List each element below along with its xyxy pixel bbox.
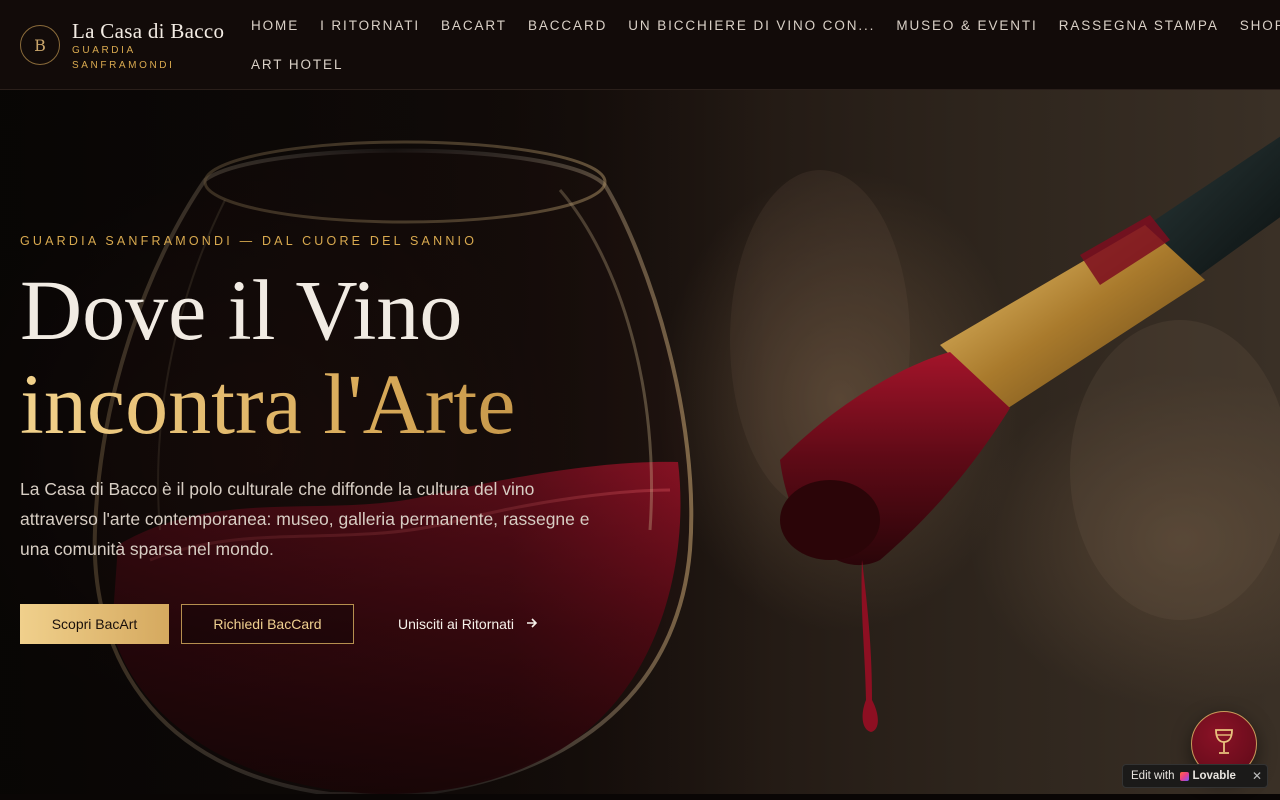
lovable-brand: Lovable xyxy=(1180,770,1236,782)
lovable-label: Lovable xyxy=(1192,770,1236,782)
logo-text: La Casa di Bacco GUARDIA SANFRAMONDI xyxy=(72,20,224,73)
discover-bacart-button[interactable]: Scopri BacArt xyxy=(20,604,169,644)
nav-row-secondary: ART HOTEL xyxy=(251,51,1261,77)
hero-eyebrow: GUARDIA SANFRAMONDI — DAL CUORE DEL SANN… xyxy=(20,234,478,248)
nav-shop[interactable]: SHOP xyxy=(1240,18,1280,33)
nav-un-bicchiere[interactable]: UN BICCHIERE DI VINO CON... xyxy=(628,18,875,33)
wine-glass-icon xyxy=(1213,728,1235,761)
hero-content: GUARDIA SANFRAMONDI — DAL CUORE DEL SANN… xyxy=(20,90,640,644)
nav-row-primary: HOME I RITORNATI BACART BACCARD UN BICCH… xyxy=(251,12,1280,38)
nav-bacart[interactable]: BACART xyxy=(441,18,507,33)
nav-i-ritornati[interactable]: I RITORNATI xyxy=(320,18,420,33)
nav-museo-eventi[interactable]: MUSEO & EVENTI xyxy=(896,18,1037,33)
site-header: B La Casa di Bacco GUARDIA SANFRAMONDI H… xyxy=(0,0,1280,90)
hero-headline: Dove il Vino incontra l'Arte xyxy=(20,264,640,452)
brand-subtitle: GUARDIA SANFRAMONDI xyxy=(72,45,175,71)
page-bottom-strip xyxy=(0,794,1280,800)
arrow-right-icon xyxy=(526,616,538,633)
nav-home[interactable]: HOME xyxy=(251,18,299,33)
nav-art-hotel[interactable]: ART HOTEL xyxy=(251,57,343,72)
nav-baccard[interactable]: BACCARD xyxy=(528,18,607,33)
brand-title: La Casa di Bacco xyxy=(72,19,225,43)
main-nav: HOME I RITORNATI BACART BACCARD UN BICCH… xyxy=(251,12,1280,77)
request-baccard-button[interactable]: Richiedi BacCard xyxy=(181,604,354,644)
hero-description: La Casa di Bacco è il polo culturale che… xyxy=(20,479,590,559)
lovable-logo-icon xyxy=(1180,771,1190,781)
brand-logo[interactable]: B La Casa di Bacco GUARDIA SANFRAMONDI xyxy=(20,20,224,73)
edit-with-label: Edit with xyxy=(1131,770,1175,782)
join-ritornati-link[interactable]: Unisciti ai Ritornati xyxy=(398,604,538,644)
close-icon[interactable]: ✕ xyxy=(1252,769,1262,783)
edit-with-lovable-badge[interactable]: Edit with Lovable ✕ xyxy=(1122,764,1268,788)
hero-actions: Scopri BacArt Richiedi BacCard Unisciti … xyxy=(20,604,640,644)
nav-rassegna-stampa[interactable]: RASSEGNA STAMPA xyxy=(1059,18,1219,33)
headline-line-1: Dove il Vino xyxy=(20,262,463,358)
headline-line-2: incontra l'Arte xyxy=(20,356,640,452)
hero-section: GUARDIA SANFRAMONDI — DAL CUORE DEL SANN… xyxy=(0,90,1280,794)
join-ritornati-label: Unisciti ai Ritornati xyxy=(398,616,514,632)
logo-monogram: B xyxy=(20,25,60,65)
